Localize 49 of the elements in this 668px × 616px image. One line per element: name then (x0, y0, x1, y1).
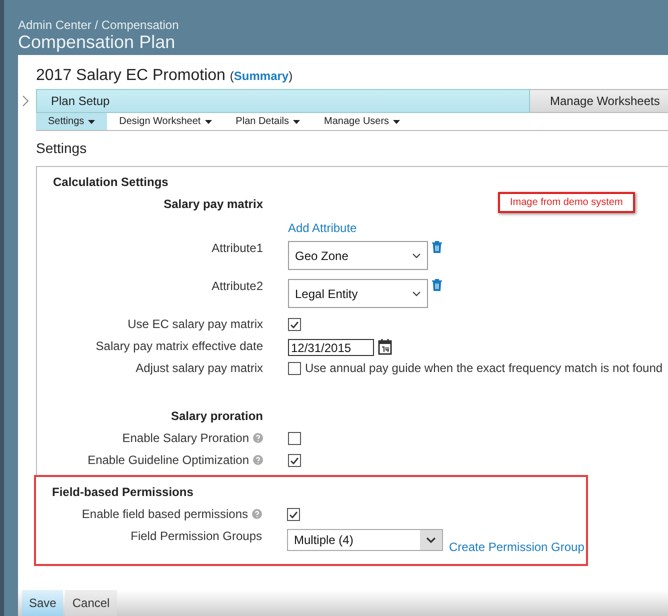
step-tab[interactable]: Manage Worksheets (530, 89, 668, 113)
paren-text: ) (288, 69, 293, 83)
step-tab[interactable]: Plan Setup (36, 89, 530, 113)
paren-text: ( (230, 69, 234, 83)
date-field[interactable]: 12/31/2015 (288, 339, 374, 356)
annotation-note: Image from demo system (498, 192, 635, 213)
chevron-down-icon[interactable] (412, 252, 421, 258)
chevron-icon[interactable] (22, 95, 29, 107)
field-label: Attribute2 (212, 279, 263, 293)
breadcrumb: Admin Center / Compensation (18, 18, 180, 32)
trash-icon[interactable] (432, 241, 442, 253)
section-heading: Settings (36, 139, 88, 158)
calendar-icon[interactable] (378, 339, 392, 355)
chevron-down-icon[interactable] (426, 537, 436, 543)
checkbox[interactable] (288, 432, 301, 445)
chevron-down-icon[interactable] (412, 290, 421, 296)
field-label: Attribute1 (212, 241, 263, 255)
cancel-button[interactable]: Cancel (65, 590, 117, 616)
section-title: Field-based Permissions (52, 485, 194, 501)
subsection-title: Salary proration (170, 409, 263, 425)
sub-tab[interactable]: Settings (36, 113, 108, 130)
field-label: Field Permission Groups (130, 529, 262, 543)
plan-title: 2017 Salary EC Promotion (36, 67, 226, 85)
select-dropdown[interactable]: Geo Zone (288, 241, 428, 270)
field-label: Enable Guideline Optimization (88, 453, 249, 467)
checkbox[interactable] (287, 508, 300, 521)
caret-icon (88, 120, 96, 124)
select-dropdown[interactable]: Legal Entity (288, 279, 428, 308)
save-button[interactable]: Save (22, 590, 64, 616)
field-label: Enable Salary Proration (122, 431, 249, 445)
page-title: Compensation Plan (18, 32, 176, 53)
checkbox[interactable] (288, 318, 301, 331)
summary-link[interactable]: Summary (234, 69, 289, 83)
add-attribute-link[interactable]: Add Attribute (288, 221, 357, 235)
checkbox-label: Use annual pay guide when the exact frequency match is not found (305, 361, 663, 375)
field-label: Use EC salary pay matrix (128, 317, 263, 331)
create-group-link[interactable]: Create Permission Group (449, 540, 584, 554)
field-label: Adjust salary pay matrix (136, 361, 263, 375)
checkbox[interactable] (288, 362, 301, 375)
checkbox[interactable] (288, 454, 301, 467)
caret-icon (393, 120, 400, 124)
section-title: Calculation Settings (53, 175, 170, 191)
field-label: Enable field based permissions (82, 507, 248, 521)
trash-icon[interactable] (432, 279, 442, 291)
select-dropdown[interactable]: Multiple (4) (287, 529, 443, 551)
caret-icon (293, 120, 300, 124)
caret-icon (204, 120, 212, 124)
field-label: Salary pay matrix effective date (96, 339, 263, 353)
subsection-title: Salary pay matrix (162, 197, 263, 213)
